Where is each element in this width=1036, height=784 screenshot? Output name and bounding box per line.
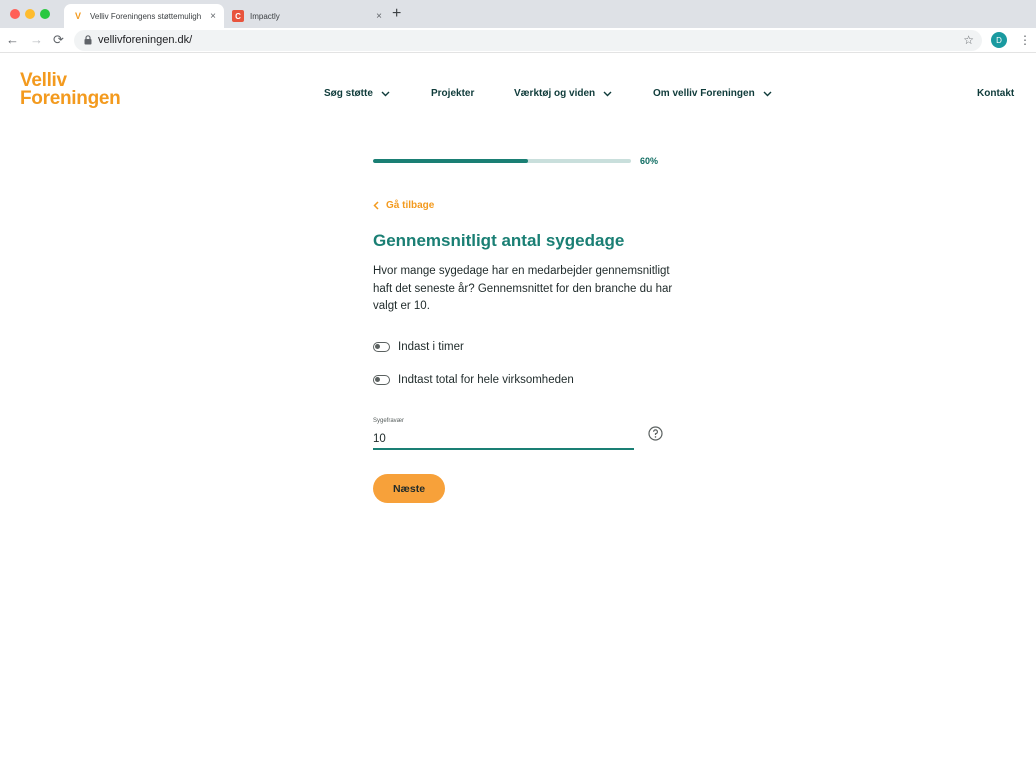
page-title: Gennemsnitligt antal sygedage <box>373 231 625 250</box>
toggle-switch[interactable] <box>373 342 390 352</box>
tab-impactly[interactable]: C Impactly × <box>226 4 388 28</box>
progress-label: 60% <box>640 156 659 166</box>
sygefravaer-input[interactable] <box>373 429 634 450</box>
toggle-knob <box>375 344 380 349</box>
toggle-knob <box>375 377 380 382</box>
tab-title: Velliv Foreningens støttemuligh <box>90 11 202 21</box>
toggle-indast-i-timer[interactable]: Indast i timer <box>373 341 464 353</box>
nav-item-label: Værktøj og viden <box>514 88 596 99</box>
tab-velliv[interactable]: V Velliv Foreningens støttemuligh × <box>64 4 224 28</box>
address-bar[interactable]: vellivforeningen.dk/ ☆ <box>74 30 982 51</box>
avatar[interactable]: D <box>991 32 1007 48</box>
help-question-icon[interactable] <box>648 426 663 441</box>
progress-bar-fill <box>373 159 528 163</box>
nav-item-label: Søg støtte <box>324 88 373 99</box>
close-window-button[interactable] <box>10 9 20 19</box>
forward-arrow-icon[interactable]: → <box>30 32 43 48</box>
page-description: Hvor mange sygedage har en medarbejder g… <box>373 265 673 312</box>
close-icon[interactable]: × <box>376 11 382 22</box>
impactly-icon: C <box>232 10 244 22</box>
velliv-v-icon: V <box>74 11 81 21</box>
reload-icon[interactable]: ⟳ <box>53 32 64 48</box>
nav-item-label: Om velliv Foreningen <box>653 88 755 99</box>
nav-item-soeg-stoette[interactable]: Søg støtte <box>324 88 390 99</box>
nav-item-label: Projekter <box>431 88 475 99</box>
chevron-down-icon <box>603 91 612 96</box>
back-link[interactable]: Gå tilbage <box>373 200 434 211</box>
bookmark-star-icon[interactable]: ☆ <box>963 33 974 47</box>
url-text: vellivforeningen.dk/ <box>98 34 193 46</box>
chevron-down-icon <box>381 91 390 96</box>
browser-toolbar: ← → ⟳ vellivforeningen.dk/ ☆ D ⋮ <box>0 28 1036 53</box>
browser-tab-bar: V Velliv Foreningens støttemuligh × C Im… <box>0 0 1036 28</box>
toggle-label: Indast i timer <box>398 341 464 353</box>
next-button[interactable]: Næste <box>373 474 445 503</box>
main-navigation: Søg støtte Projekter Værktøj og viden Om… <box>0 88 1036 104</box>
nav-item-label: Kontakt <box>977 88 1015 99</box>
new-tab-button[interactable]: + <box>392 6 401 22</box>
toggle-label: Indtast total for hele virksomheden <box>398 374 574 386</box>
back-arrow-icon[interactable]: ← <box>6 32 19 48</box>
maximize-window-button[interactable] <box>40 9 50 19</box>
toggle-total-for-virksomheden[interactable]: Indtast total for hele virksomheden <box>373 374 574 386</box>
nav-item-om-velliv-foreningen[interactable]: Om velliv Foreningen <box>653 88 772 99</box>
sygefravaer-label: Sygefravær <box>373 418 405 424</box>
lock-icon <box>84 35 92 45</box>
nav-item-vaerktoej-og-viden[interactable]: Værktøj og viden <box>514 88 612 99</box>
back-link-label: Gå tilbage <box>386 200 435 211</box>
chevron-left-icon <box>373 201 379 210</box>
menu-kebab-icon[interactable]: ⋮ <box>1019 32 1031 48</box>
minimize-window-button[interactable] <box>25 9 35 19</box>
progress-bar <box>373 159 631 163</box>
nav-item-kontakt[interactable]: Kontakt <box>977 88 1014 99</box>
toggle-switch[interactable] <box>373 375 390 385</box>
tab-title: Impactly <box>250 11 280 21</box>
nav-item-projekter[interactable]: Projekter <box>431 88 474 99</box>
close-icon[interactable]: × <box>210 11 216 22</box>
chevron-down-icon <box>763 91 772 96</box>
